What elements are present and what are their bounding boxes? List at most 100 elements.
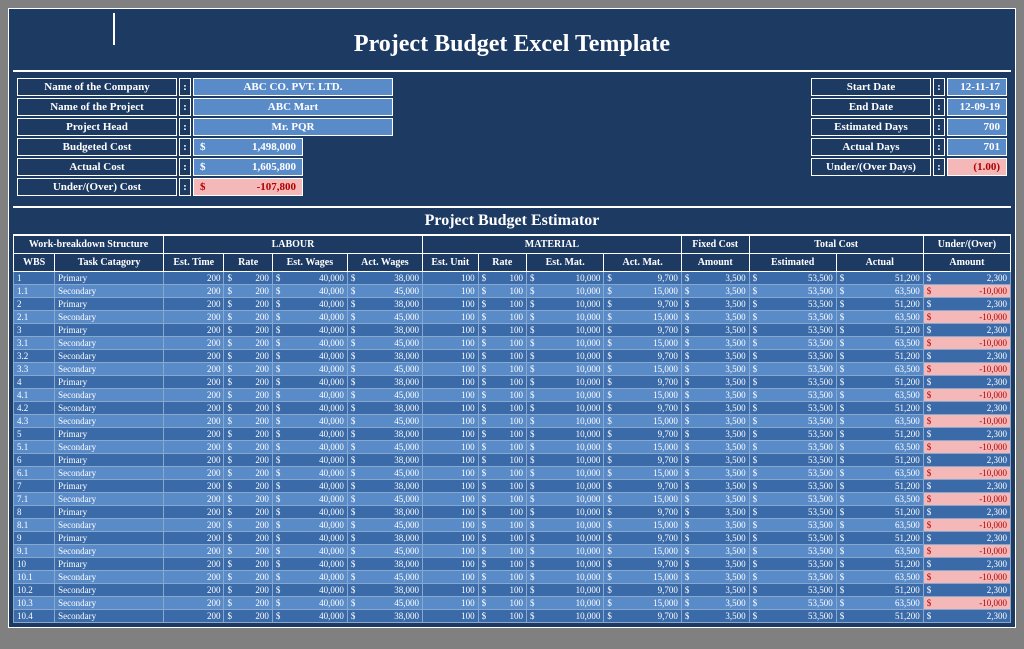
cell: 9 — [14, 532, 55, 545]
cell: $45,000 — [347, 571, 422, 584]
cell: $200 — [224, 597, 272, 610]
cell: Primary — [55, 298, 164, 311]
cell: 3 — [14, 324, 55, 337]
col-header: Estimated — [749, 254, 836, 272]
table-row: 4.1Secondary200$200$40,000$45,000100$100… — [14, 389, 1011, 402]
cell: $-10,000 — [923, 415, 1010, 428]
cell: 10.4 — [14, 610, 55, 623]
colon: : — [179, 138, 191, 156]
cell: 200 — [164, 571, 224, 584]
cell: Primary — [55, 454, 164, 467]
cell: $53,500 — [749, 545, 836, 558]
cell: $15,000 — [604, 467, 681, 480]
cell: $2,300 — [923, 610, 1010, 623]
cell: $53,500 — [749, 402, 836, 415]
cell: $53,500 — [749, 298, 836, 311]
section-title: Project Budget Estimator — [13, 206, 1011, 235]
cell: $200 — [224, 454, 272, 467]
table-head: Work-breakdown StructureLABOURMATERIALFi… — [14, 236, 1011, 272]
cell: 200 — [164, 350, 224, 363]
cell: $45,000 — [347, 311, 422, 324]
cell: 200 — [164, 311, 224, 324]
info-label: Under/(Over) Cost — [17, 178, 177, 196]
cell: $10,000 — [526, 298, 603, 311]
cell: 100 — [422, 389, 478, 402]
cell: $40,000 — [272, 519, 347, 532]
cell: $40,000 — [272, 584, 347, 597]
cell: $10,000 — [526, 610, 603, 623]
cell: $10,000 — [526, 285, 603, 298]
cell: $10,000 — [526, 441, 603, 454]
cell: $10,000 — [526, 389, 603, 402]
colon: : — [933, 158, 945, 176]
cell: $53,500 — [749, 558, 836, 571]
cell: $100 — [478, 298, 526, 311]
cell: 200 — [164, 298, 224, 311]
cell: Secondary — [55, 350, 164, 363]
cell: $38,000 — [347, 532, 422, 545]
colon: : — [179, 158, 191, 176]
cell: $10,000 — [526, 272, 603, 285]
cell: $-10,000 — [923, 571, 1010, 584]
cell: 100 — [422, 467, 478, 480]
cell: Secondary — [55, 545, 164, 558]
info-label: Under/(Over Days) — [811, 158, 931, 176]
cell: $45,000 — [347, 415, 422, 428]
cell: 100 — [422, 298, 478, 311]
cell: Primary — [55, 324, 164, 337]
cell: 100 — [422, 571, 478, 584]
cell: $40,000 — [272, 337, 347, 350]
cell: $40,000 — [272, 415, 347, 428]
cell: 200 — [164, 480, 224, 493]
group-header: Fixed Cost — [681, 236, 749, 254]
cell: $51,200 — [836, 272, 923, 285]
info-row: End Date:12-09-19 — [811, 98, 1007, 116]
cell: $53,500 — [749, 597, 836, 610]
cell: Secondary — [55, 389, 164, 402]
cell: $200 — [224, 545, 272, 558]
cell: 200 — [164, 402, 224, 415]
cell: $10,000 — [526, 402, 603, 415]
cell: $-10,000 — [923, 311, 1010, 324]
cell: $3,500 — [681, 350, 749, 363]
cell: 100 — [422, 519, 478, 532]
cell: $3,500 — [681, 402, 749, 415]
info-label: Actual Cost — [17, 158, 177, 176]
cell: $45,000 — [347, 597, 422, 610]
cell: Secondary — [55, 285, 164, 298]
cell: $200 — [224, 558, 272, 571]
cell: $-10,000 — [923, 363, 1010, 376]
page-title: Project Budget Excel Template — [13, 13, 1011, 72]
cell: $45,000 — [347, 285, 422, 298]
cell: $40,000 — [272, 558, 347, 571]
cell: 10 — [14, 558, 55, 571]
cell: $3,500 — [681, 428, 749, 441]
table-row: 10.1Secondary200$200$40,000$45,000100$10… — [14, 571, 1011, 584]
col-header: Act. Mat. — [604, 254, 681, 272]
colon: : — [933, 118, 945, 136]
cell: 100 — [422, 506, 478, 519]
cell: $10,000 — [526, 311, 603, 324]
info-label: Name of the Company — [17, 78, 177, 96]
info-label: Estimated Days — [811, 118, 931, 136]
group-header: MATERIAL — [422, 236, 681, 254]
cell: $100 — [478, 402, 526, 415]
cell: $38,000 — [347, 402, 422, 415]
info-row: Actual Days:701 — [811, 138, 1007, 156]
info-value: (1.00) — [947, 158, 1007, 176]
cell: $3,500 — [681, 272, 749, 285]
cell: $9,700 — [604, 298, 681, 311]
cell: Secondary — [55, 311, 164, 324]
col-header: Est. Unit — [422, 254, 478, 272]
cell: $63,500 — [836, 545, 923, 558]
info-row: Budgeted Cost:$1,498,000 — [17, 138, 393, 156]
cell: $200 — [224, 506, 272, 519]
cell: $15,000 — [604, 285, 681, 298]
info-row: Under/(Over Days):(1.00) — [811, 158, 1007, 176]
cell: $200 — [224, 337, 272, 350]
cell: 200 — [164, 428, 224, 441]
cell: $2,300 — [923, 532, 1010, 545]
cell: $40,000 — [272, 545, 347, 558]
cell: $2,300 — [923, 376, 1010, 389]
info-label: Actual Days — [811, 138, 931, 156]
